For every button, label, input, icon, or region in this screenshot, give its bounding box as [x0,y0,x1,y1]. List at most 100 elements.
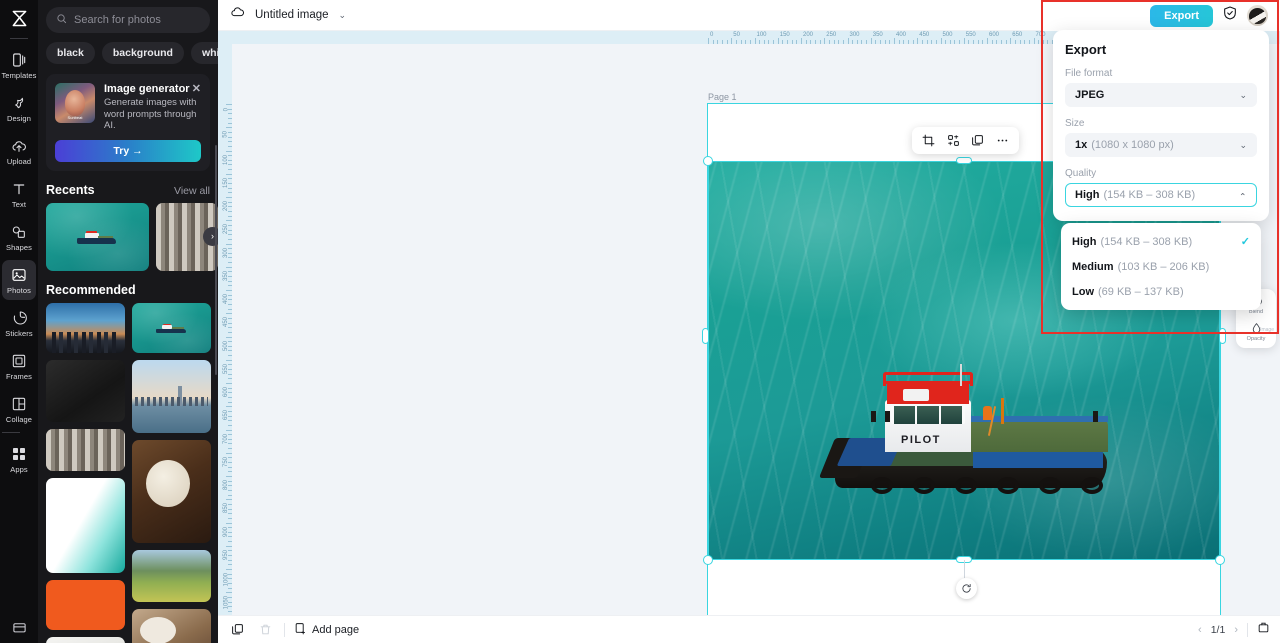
ruler-tick [1014,40,1016,44]
duplicate-icon[interactable] [968,131,988,151]
ruler-tick [819,40,821,44]
list-item[interactable] [46,302,125,353]
ruler-tick [226,266,232,268]
ruler-tick [228,187,232,189]
size-select[interactable]: 1x (1080 x 1080 px) ⌄ [1065,133,1257,157]
list-item[interactable] [46,359,125,422]
sidebar-item-collage[interactable]: Collage [2,389,36,429]
list-item[interactable] [132,439,211,543]
search-chip[interactable]: background [101,42,184,64]
crop-icon[interactable] [918,131,938,151]
ruler-tick [228,294,232,296]
ruler-tick [805,40,807,44]
sidebar-item-shapes[interactable]: Shapes [2,217,36,257]
sidebar-item-label: Templates [1,70,37,80]
ruler-tick [847,38,849,44]
present-icon[interactable] [1257,621,1270,639]
ruler-tick [228,215,232,217]
list-item[interactable] [46,477,125,573]
close-icon[interactable]: ✕ [192,83,201,95]
search-chip[interactable]: black [46,42,95,64]
sidebar-item-apps[interactable]: Apps [2,439,36,479]
list-item[interactable] [46,636,125,643]
list-item[interactable] [132,302,211,353]
ruler-tick [228,331,232,333]
ruler-tick [228,387,232,389]
quality-option-low[interactable]: Low (69 KB – 137 KB) [1061,279,1261,304]
resize-icon[interactable] [943,131,963,151]
sidebar-item-frames[interactable]: Frames [2,346,36,386]
quality-select[interactable]: High (154 KB – 308 KB) ⌄ [1065,183,1257,207]
list-item[interactable] [132,608,211,643]
sidebar-item-photos[interactable]: Photos [2,260,36,300]
list-item[interactable] [46,428,125,471]
quality-option-size: (103 KB – 206 KB) [1117,260,1210,273]
ruler-tick [228,582,232,584]
sidebar-item-stickers[interactable]: Stickers [2,303,36,343]
page-label: Page 1 [708,92,737,102]
list-item[interactable] [132,359,211,433]
ruler-tick [228,224,232,226]
resize-handle-top[interactable] [956,157,972,164]
ruler-tick [228,471,232,473]
ruler-tick [731,38,733,44]
collage-icon [10,395,28,413]
ruler-tick [228,606,232,608]
user-avatar[interactable] [1247,5,1268,26]
quality-option-high[interactable]: High (154 KB – 308 KB) ✓ [1061,229,1261,254]
list-item[interactable] [132,549,211,602]
ruler-tick [987,38,988,44]
ruler-tick [740,40,742,44]
sidebar-item-label: Frames [5,371,33,381]
capcut-logo-icon[interactable] [7,6,31,30]
generator-try-button[interactable]: Try → [55,139,201,162]
quality-option-medium[interactable]: Medium (103 KB – 206 KB) [1061,254,1261,279]
sidebar-item-upload[interactable]: Upload [2,131,36,171]
document-title[interactable]: Untitled image [255,9,329,21]
resize-handle-left[interactable] [702,328,709,344]
resize-handle-tl[interactable] [703,156,713,166]
ruler-tick [228,508,232,510]
add-page-button[interactable]: Add page [294,622,359,638]
cloud-logo-icon[interactable] [230,5,245,25]
ruler-tick [787,40,789,44]
resize-handle-right[interactable] [1219,328,1226,344]
ruler-tick [228,503,232,505]
ruler-label: 500 [942,32,953,38]
add-page-label: Add page [312,623,360,636]
ruler-tick [977,40,979,44]
export-button[interactable]: Export [1150,4,1213,27]
ruler-tick [228,513,232,515]
resize-handle-bl[interactable] [703,555,713,565]
rotate-icon[interactable] [956,578,977,599]
trash-icon[interactable] [256,620,275,639]
ruler-tick [228,271,232,273]
duplicate-page-icon[interactable] [228,620,247,639]
panel-toggle-icon[interactable] [0,620,38,635]
recents-view-all[interactable]: View all [174,185,210,197]
ruler-tick [1028,40,1030,44]
panel-scrollbar[interactable] [215,145,217,375]
ruler-tick [226,173,232,175]
ellipsis-icon[interactable] [993,131,1013,151]
ruler-tick [226,429,232,431]
search-chip[interactable]: white [190,42,218,64]
sidebar-item-label: Text [11,199,27,209]
ruler-tick [963,38,965,44]
resize-handle-br[interactable] [1215,555,1225,565]
ruler-tick [228,229,232,231]
sidebar-item-templates[interactable]: Templates [1,45,37,85]
chevron-right-icon[interactable]: › [1234,624,1238,636]
chevron-down-icon[interactable]: ⌄ [339,10,347,21]
sidebar-item-design[interactable]: Design [2,88,36,128]
ruler-tick [1038,40,1040,44]
ruler-tick [226,243,232,245]
list-item[interactable] [46,579,125,630]
ruler-tick [228,420,232,422]
list-item[interactable] [46,202,149,271]
search-input[interactable]: Search for photos [46,7,210,33]
sidebar-item-text[interactable]: Text [2,174,36,214]
chevron-left-icon[interactable]: ‹ [1198,624,1202,636]
shield-check-icon[interactable] [1222,5,1238,26]
file-format-select[interactable]: JPEG ⌄ [1065,83,1257,107]
